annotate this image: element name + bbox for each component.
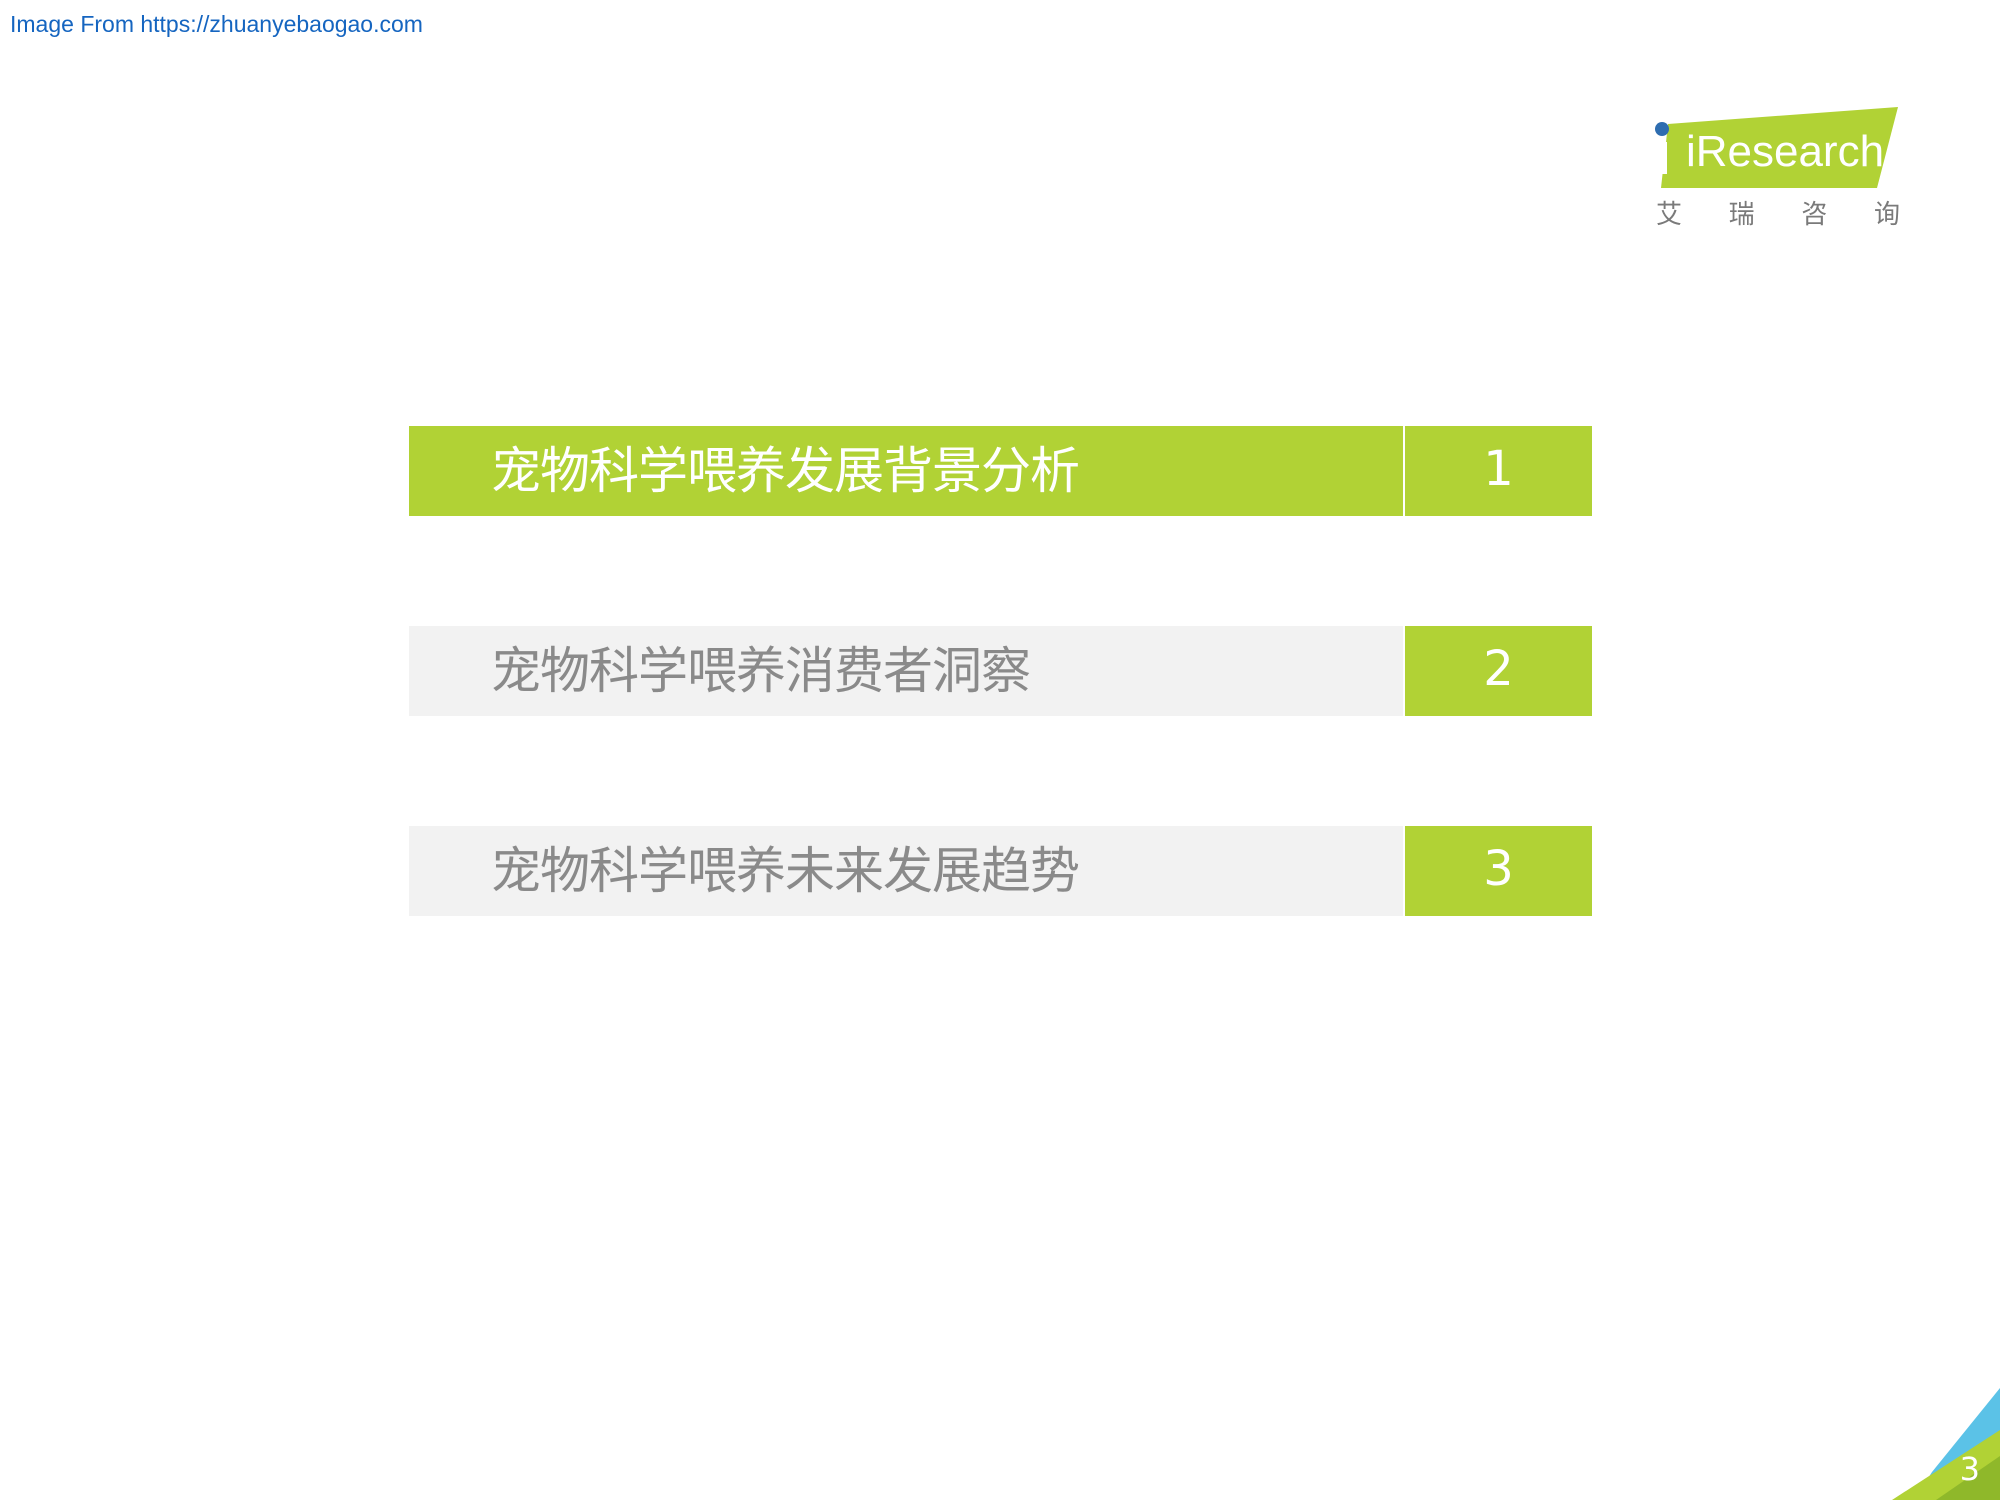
toc-number-box: 1	[1405, 426, 1592, 516]
source-link[interactable]: Image From https://zhuanyebaogao.com	[10, 11, 423, 38]
toc-number-box: 2	[1405, 626, 1592, 716]
logo-wordmark: iResearch	[1686, 127, 1884, 176]
toc-title: 宠物科学喂养未来发展趋势	[491, 842, 1080, 900]
toc-title: 宠物科学喂养发展背景分析	[491, 442, 1080, 500]
toc-number: 1	[1483, 441, 1514, 497]
toc-number-box: 3	[1405, 826, 1592, 916]
slide-page: Image From https://zhuanyebaogao.com iRe…	[0, 0, 2000, 1500]
toc-number: 2	[1483, 641, 1514, 697]
toc-number: 3	[1483, 841, 1514, 897]
logo-i-stem	[1657, 142, 1667, 174]
logo-char: 瑞	[1728, 200, 1755, 230]
toc-item-2[interactable]: 宠物科学喂养消费者洞察 2	[409, 626, 1592, 716]
logo-i-dot	[1655, 122, 1669, 136]
logo-chinese-name: 艾 瑞 咨 询	[1656, 194, 1900, 231]
toc-title-box: 宠物科学喂养未来发展趋势	[409, 826, 1403, 916]
toc-title-box: 宠物科学喂养消费者洞察	[409, 626, 1403, 716]
corner-decoration	[1892, 1388, 2000, 1500]
logo-char: 询	[1873, 200, 1900, 230]
logo-char: 艾	[1656, 200, 1683, 230]
logo-char: 咨	[1801, 200, 1828, 230]
toc-title-box: 宠物科学喂养发展背景分析	[409, 426, 1403, 516]
toc-title: 宠物科学喂养消费者洞察	[491, 642, 1031, 700]
toc-item-3[interactable]: 宠物科学喂养未来发展趋势 3	[409, 826, 1592, 916]
logo-mark: iResearch	[1655, 107, 1898, 188]
toc-item-1[interactable]: 宠物科学喂养发展背景分析 1	[409, 426, 1592, 516]
iresearch-logo: iResearch 艾 瑞 咨 询	[1652, 104, 1902, 230]
page-number: 3	[1959, 1450, 1980, 1488]
